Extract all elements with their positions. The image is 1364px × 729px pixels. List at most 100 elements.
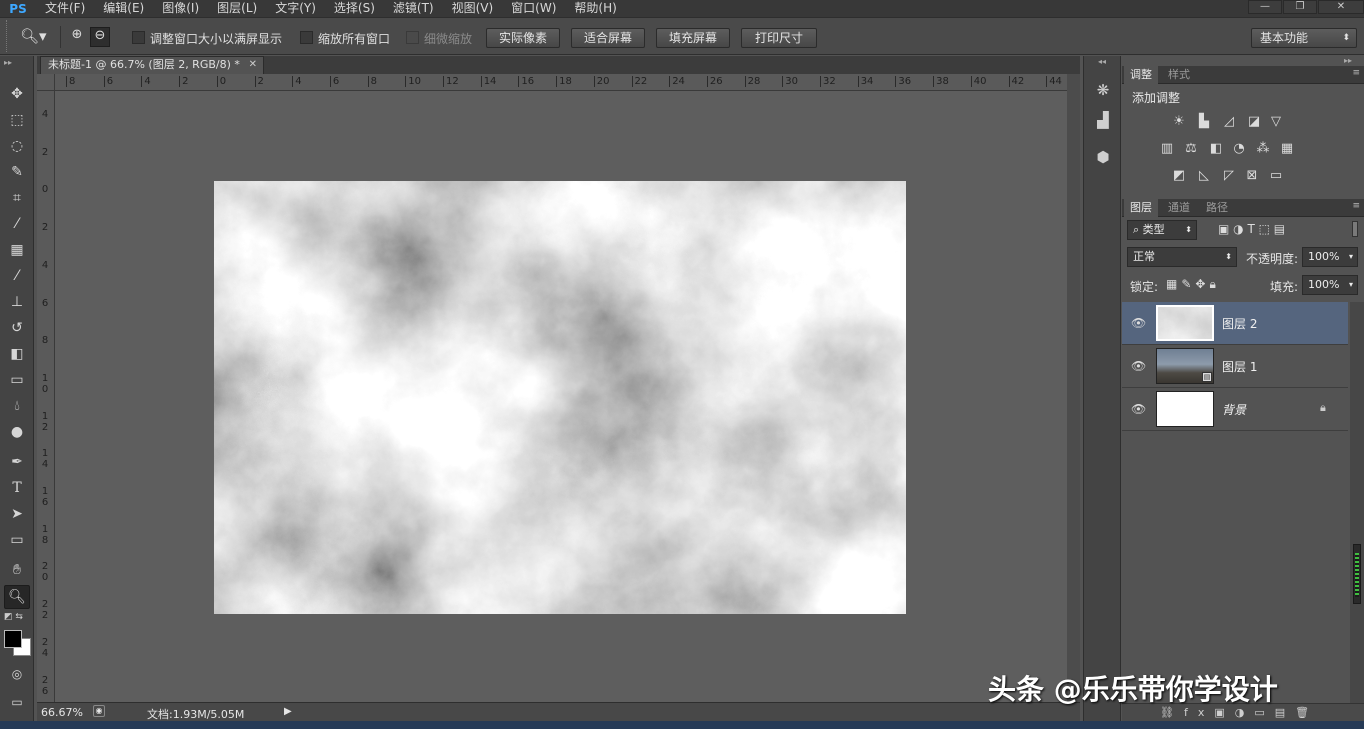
opacity-field[interactable]: 100% ▾ — [1302, 247, 1358, 267]
menu-image[interactable]: 图像(I) — [153, 0, 208, 17]
document-tab[interactable]: 未标题-1 @ 66.7% (图层 2, RGB/8) * ✕ — [40, 56, 264, 74]
collapse-dock-icon[interactable]: ◂◂ — [1098, 57, 1106, 66]
layer-row-background[interactable]: 👁︎ 背景 🔒︎ — [1122, 388, 1348, 431]
foreground-color-swatch[interactable] — [4, 630, 22, 648]
levels-icon[interactable]: ▙ — [1195, 114, 1213, 130]
menu-type[interactable]: 文字(Y) — [266, 0, 325, 17]
3d-icon[interactable]: ⬢ — [1091, 146, 1115, 168]
channel-mixer-icon[interactable]: ⁂ — [1254, 141, 1272, 157]
blur-tool-icon[interactable]: 💧︎ — [4, 394, 30, 418]
fill-screen-button[interactable]: 填充屏幕 — [656, 28, 730, 48]
zoom-all-checkbox[interactable] — [300, 31, 313, 44]
fit-window-checkbox[interactable] — [132, 31, 145, 44]
menu-file[interactable]: 文件(F) — [36, 0, 94, 17]
menu-layer[interactable]: 图层(L) — [208, 0, 266, 17]
eye-icon[interactable]: 👁︎ — [1131, 316, 1146, 330]
lasso-tool-icon[interactable]: ◌ — [4, 134, 30, 158]
eraser-tool-icon[interactable]: ◧ — [4, 342, 30, 366]
path-select-tool-icon[interactable]: ➤ — [4, 502, 30, 526]
histogram-icon[interactable]: ▟ — [1091, 109, 1115, 131]
close-button[interactable]: ✕ — [1318, 0, 1364, 14]
marquee-tool-icon[interactable]: ⬚ — [4, 108, 30, 132]
layer-row-2[interactable]: 👁︎ 图层 2 — [1122, 302, 1348, 345]
stamp-tool-icon[interactable]: ⊥ — [4, 290, 30, 314]
history-brush-tool-icon[interactable]: ↺ — [4, 316, 30, 340]
print-size-button[interactable]: 打印尺寸 — [741, 28, 817, 48]
ruler-origin[interactable] — [37, 74, 55, 91]
layer-row-1[interactable]: 👁︎ ▤ 图层 1 — [1122, 345, 1348, 388]
fit-screen-button[interactable]: 适合屏幕 — [571, 28, 645, 48]
threshold-icon[interactable]: ◸ — [1220, 168, 1238, 184]
exposure-icon[interactable]: ◪ — [1245, 114, 1263, 130]
zoom-level[interactable]: 66.67% — [41, 706, 83, 719]
eye-icon[interactable]: 👁︎ — [1131, 402, 1146, 416]
lock-icons[interactable]: ▦✎✥🔒︎ — [1166, 277, 1220, 292]
brush-tool-icon[interactable]: ⁄ — [4, 264, 30, 288]
default-colors-icon[interactable]: ◩ ⇆ — [4, 612, 23, 622]
invert-icon[interactable]: ◩ — [1170, 168, 1188, 184]
document-info[interactable]: 文档:1.93M/5.05M — [147, 706, 244, 722]
zoom-out-icon[interactable]: ⊖ — [90, 27, 110, 47]
filter-icons[interactable]: ▣ ◑ T ⬚ ▤ — [1218, 222, 1285, 236]
layers-scrollbar[interactable] — [1350, 302, 1364, 707]
pen-tool-icon[interactable]: ✒︎ — [4, 450, 30, 474]
document-canvas[interactable] — [214, 181, 906, 614]
status-menu-arrow-icon[interactable]: ▶ — [284, 706, 292, 717]
menu-select[interactable]: 选择(S) — [325, 0, 384, 17]
black-white-icon[interactable]: ◧ — [1207, 141, 1225, 157]
crop-tool-icon[interactable]: ⌗ — [4, 186, 30, 210]
tab-paths[interactable]: 路径 — [1200, 199, 1234, 217]
filter-toggle[interactable] — [1352, 221, 1358, 237]
layer-filter-select[interactable]: ⌕ 类型 ⬍ — [1127, 220, 1197, 240]
vertical-scrollbar[interactable] — [1067, 74, 1080, 702]
zoom-preset-icon[interactable]: 🔍︎▾ — [20, 27, 54, 49]
close-tab-icon[interactable]: ✕ — [249, 57, 257, 73]
eye-icon[interactable]: 👁︎ — [1131, 359, 1146, 373]
horizontal-ruler[interactable]: 8 6 4 2 0 2 4 6 8 10 12 14 16 18 20 22 24 26 28 30 32 34 36 38 4… — [55, 74, 1067, 91]
zoom-in-icon[interactable]: ⊕ — [67, 27, 87, 47]
move-tool-icon[interactable]: ✥ — [4, 82, 30, 106]
color-balance-icon[interactable]: ⚖ — [1182, 141, 1200, 157]
scrubby-checkbox[interactable] — [406, 31, 419, 44]
menu-edit[interactable]: 编辑(E) — [94, 0, 153, 17]
tab-layers[interactable]: 图层 — [1124, 199, 1158, 217]
tab-styles[interactable]: 样式 — [1162, 66, 1196, 84]
blend-mode-select[interactable]: 正常 ⬍ — [1127, 247, 1237, 267]
collapse-icon[interactable]: ▸▸ — [4, 58, 12, 67]
gradient-tool-icon[interactable]: ▭ — [4, 368, 30, 392]
hand-tool-icon[interactable]: ✋︎ — [4, 558, 30, 582]
quick-mask-icon[interactable]: ◎ — [4, 662, 30, 686]
menu-help[interactable]: 帮助(H) — [565, 0, 625, 17]
menu-view[interactable]: 视图(V) — [443, 0, 503, 17]
workspace-select[interactable]: 基本功能 ⬍ — [1251, 28, 1357, 48]
fill-field[interactable]: 100% ▾ — [1302, 275, 1358, 295]
minimize-button[interactable]: — — [1248, 0, 1282, 14]
layers-menu-icon[interactable]: ≡ — [1352, 201, 1360, 211]
scroll-thumb[interactable] — [1353, 544, 1361, 604]
color-lookup-icon[interactable]: ▦ — [1278, 141, 1296, 157]
photo-filter-icon[interactable]: ◔ — [1230, 141, 1248, 157]
shape-tool-icon[interactable]: ▭ — [4, 528, 30, 552]
posterize-icon[interactable]: ◺ — [1195, 168, 1213, 184]
tab-adjustments[interactable]: 调整 — [1124, 66, 1158, 84]
maximize-button[interactable]: ❐ — [1283, 0, 1317, 14]
type-tool-icon[interactable]: T — [4, 476, 30, 500]
share-icon[interactable]: ◉ — [93, 705, 105, 717]
vibrance-icon[interactable]: ▽ — [1267, 114, 1285, 130]
hue-saturation-icon[interactable]: ▥ — [1158, 141, 1176, 157]
brightness-icon[interactable]: ☀ — [1170, 114, 1188, 130]
gradient-map-icon[interactable]: ▭ — [1267, 168, 1285, 184]
menu-filter[interactable]: 滤镜(T) — [384, 0, 443, 17]
expand-panels-icon[interactable]: ▸▸ — [1344, 56, 1352, 65]
healing-tool-icon[interactable]: ▦ — [4, 238, 30, 262]
quick-select-tool-icon[interactable]: ✎ — [4, 160, 30, 184]
navigator-icon[interactable]: ❋ — [1091, 79, 1115, 101]
screen-mode-icon[interactable]: ▭ — [4, 690, 30, 714]
panel-menu-icon[interactable]: ≡ — [1352, 68, 1360, 78]
actual-pixels-button[interactable]: 实际像素 — [486, 28, 560, 48]
zoom-tool-icon[interactable]: 🔍︎ — [4, 585, 30, 609]
menu-window[interactable]: 窗口(W) — [502, 0, 565, 17]
curves-icon[interactable]: ◿ — [1220, 114, 1238, 130]
tab-channels[interactable]: 通道 — [1162, 199, 1196, 217]
selective-color-icon[interactable]: ⊠ — [1243, 168, 1261, 184]
